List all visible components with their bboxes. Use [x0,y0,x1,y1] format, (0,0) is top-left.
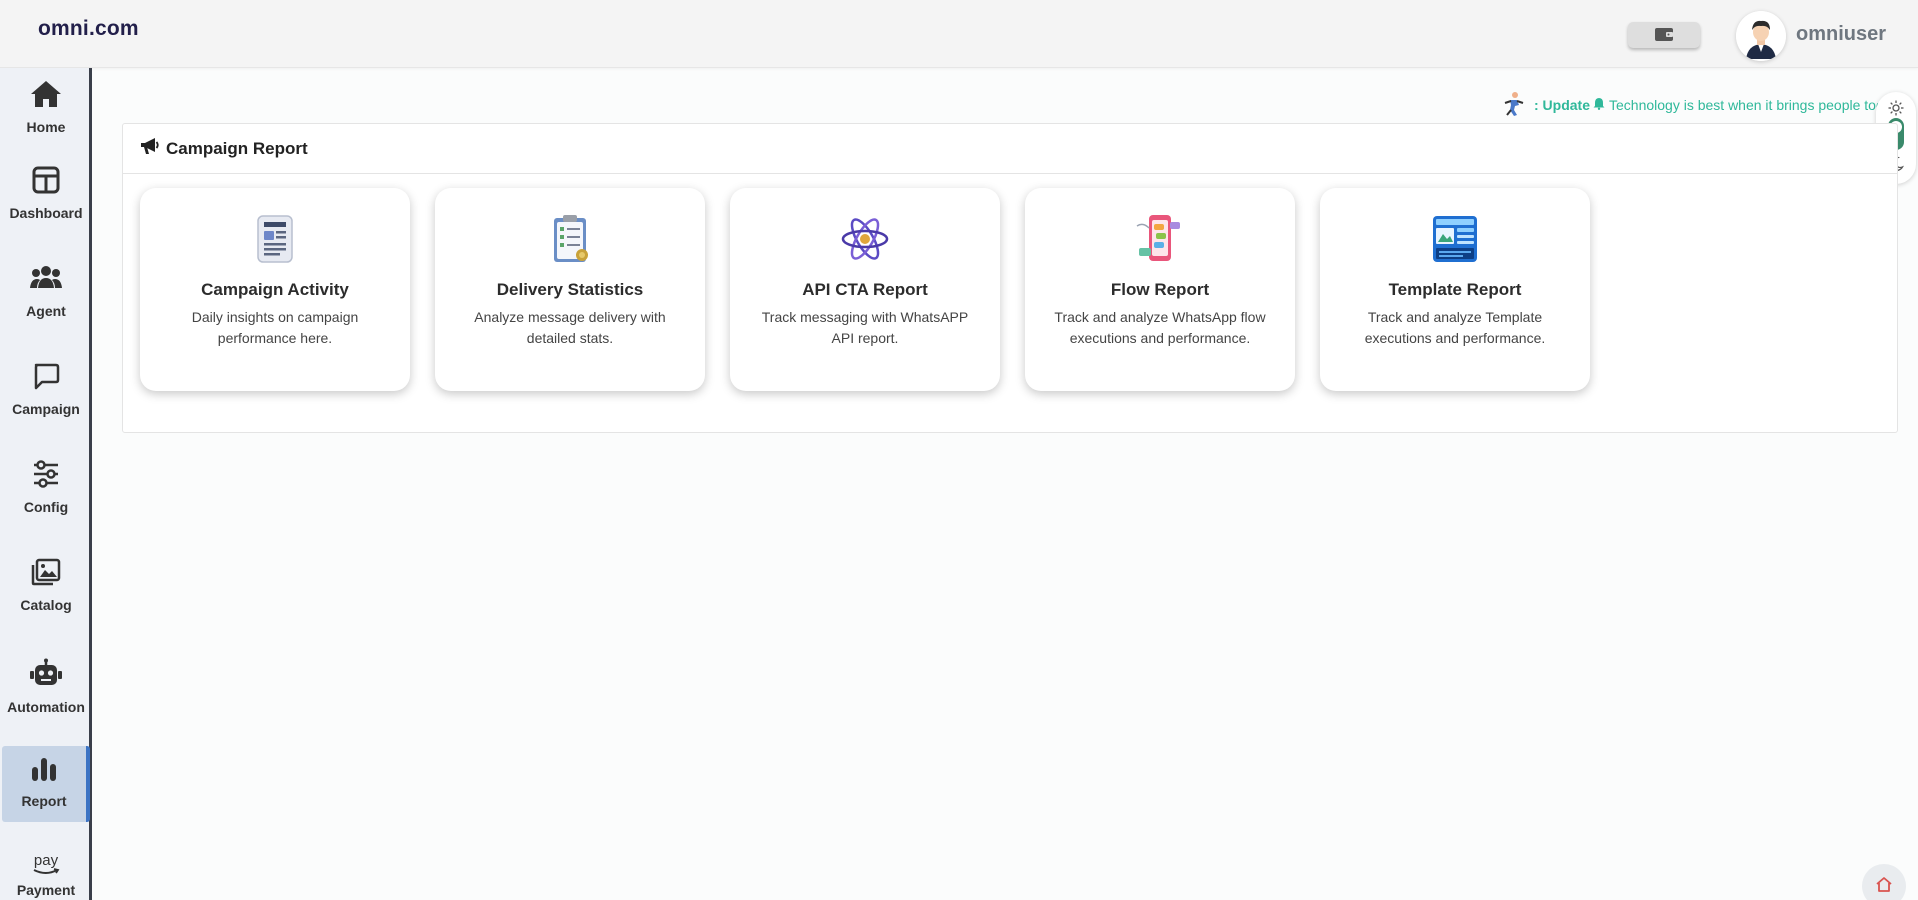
user-avatar-icon [1736,11,1786,61]
card-description: Daily insights on campaign performance h… [191,309,359,346]
sidebar-item-payment[interactable]: pay Payment [0,852,92,898]
top-bar: omni.com omniuser [0,0,1918,68]
sidebar-item-label: Automation [7,699,85,715]
campaign-report-panel: Campaign Report Campaign Activity Daily … [122,123,1898,433]
card-description: Track and analyze WhatsApp flow executio… [1054,309,1266,346]
sidebar-item-label: Dashboard [9,205,83,221]
card-title: Template Report [1388,280,1522,299]
card-description: Analyze message delivery with detailed s… [474,309,666,346]
sidebar-item-catalog[interactable]: Catalog [0,558,92,613]
atom-icon [840,212,890,266]
template-report-card[interactable]: Template Report Track and analyze Templa… [1320,188,1590,391]
sidebar-item-label: Config [23,499,69,515]
sidebar-item-label: Agent [26,303,66,319]
pay-badge-text: pay [33,852,59,869]
sidebar-item-report[interactable]: Report [2,746,90,822]
agents-icon [29,264,63,297]
announcement-ticker: : Update Technology is best when it brin… [1502,90,1878,120]
sidebar-item-label: Home [26,119,66,135]
card-description: Track and analyze Template executions an… [1364,309,1546,346]
sidebar-item-automation[interactable]: Automation [0,658,92,715]
card-title: Campaign Activity [201,280,349,299]
sidebar-item-label: Report [21,793,67,809]
sidebar-item-home[interactable]: Home [0,80,92,135]
card-title: API CTA Report [802,280,928,299]
sidebar-item-label: Payment [16,882,76,898]
sidebar-item-agent[interactable]: Agent [0,264,92,319]
brand-logo[interactable]: omni.com [38,17,139,41]
sidebar-item-campaign[interactable]: Campaign [0,362,92,417]
megaphone-icon [140,137,160,160]
wallet-button[interactable] [1628,22,1700,48]
card-title: Delivery Statistics [496,280,644,299]
home-icon [30,80,62,113]
delivery-statistics-card[interactable]: Delivery Statistics Analyze message deli… [435,188,705,391]
card-description: Track messaging with WhatsAPP API report… [761,309,969,346]
template-layout-icon [1430,212,1480,266]
ticker-message: Technology is best when it brings people… [1609,97,1878,113]
sidebar-item-dashboard[interactable]: Dashboard [0,166,92,221]
clipboard-checklist-icon [545,212,595,266]
panel-header: Campaign Report [123,124,1897,174]
image-gallery-icon [31,558,61,591]
bell-icon [1593,97,1605,113]
user-avatar[interactable] [1736,11,1786,61]
floating-home-button[interactable] [1862,864,1906,900]
sidebar-item-label: Campaign [12,401,80,417]
sidebar: Home Dashboard Agent Campaign Config Cat… [0,68,92,900]
flow-report-card[interactable]: Flow Report Track and analyze WhatsApp f… [1025,188,1295,391]
ticker-prefix: : Update [1534,97,1590,113]
home-outline-icon [1875,876,1893,897]
sidebar-item-label: Catalog [20,597,72,613]
sliders-icon [32,460,60,493]
api-cta-report-card[interactable]: API CTA Report Track messaging with What… [730,188,1000,391]
dashboard-icon [32,166,60,199]
wallet-icon [1654,26,1674,45]
username[interactable]: omniuser [1796,23,1886,46]
chat-bubble-icon [32,362,60,395]
newspaper-phone-icon [250,212,300,266]
phone-chat-flow-icon [1135,212,1185,266]
sidebar-item-config[interactable]: Config [0,460,92,515]
robot-icon [29,658,63,693]
campaign-activity-card[interactable]: Campaign Activity Daily insights on camp… [140,188,410,391]
card-title: Flow Report [1110,280,1210,299]
amazon-pay-icon: pay [32,852,60,876]
bar-chart-icon [31,756,57,787]
running-person-icon [1502,91,1526,120]
panel-title: Campaign Report [166,138,308,158]
